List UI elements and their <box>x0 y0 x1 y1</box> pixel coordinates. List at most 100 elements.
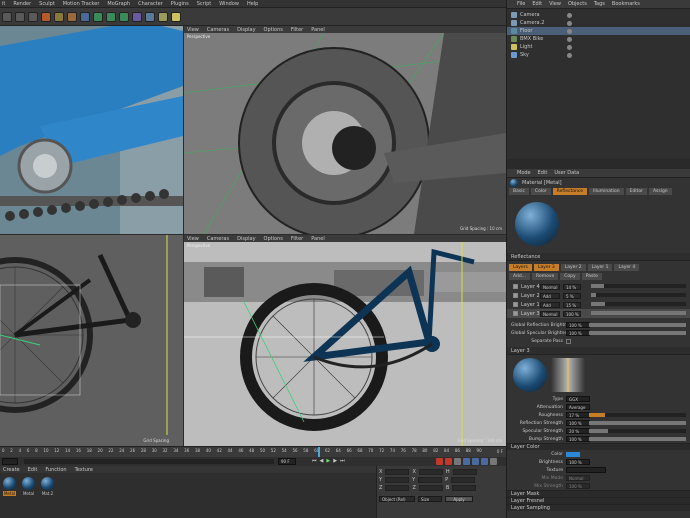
coordinate-field[interactable] <box>418 469 443 475</box>
layer-property-value[interactable]: Average <box>566 404 590 410</box>
layer-property[interactable]: Attenuation Average <box>507 403 690 411</box>
view-menu[interactable]: View <box>187 236 199 242</box>
material-menu-function[interactable]: Function <box>45 467 66 473</box>
coordinate-field[interactable] <box>385 485 410 491</box>
view-menu[interactable]: View <box>187 27 199 33</box>
global-setting-slider[interactable] <box>589 323 686 327</box>
layer-strength-slider[interactable] <box>591 284 686 288</box>
material-menu-edit[interactable]: Edit <box>28 467 38 473</box>
global-setting-value[interactable]: 100 % <box>566 322 590 328</box>
layer-property-slider[interactable] <box>589 413 686 417</box>
object-menu-bookmarks[interactable]: Bookmarks <box>612 1 640 7</box>
menu-item-mograph[interactable]: MoGraph <box>107 1 130 7</box>
layer-tab[interactable]: Layer 3 <box>533 263 559 271</box>
object-menu-file[interactable]: File <box>517 1 525 7</box>
layer-mode-dropdown[interactable]: Add <box>540 292 560 299</box>
layer-property-slider[interactable] <box>589 421 686 425</box>
layer-visibility-checkbox[interactable] <box>513 293 518 298</box>
start-frame-field[interactable] <box>2 458 18 465</box>
color-property-value[interactable]: 100 % <box>566 459 590 465</box>
layer-row[interactable]: Layer 4 Normal 14 % <box>507 282 690 291</box>
layer-mode-dropdown[interactable]: Normal <box>540 283 560 290</box>
layer-property-value[interactable]: 20 % <box>566 428 590 434</box>
apply-button[interactable]: Apply <box>445 496 473 502</box>
panel-menu[interactable]: Panel <box>311 236 325 242</box>
viewport-bottom-left[interactable]: Grid Spacing <box>0 235 183 446</box>
pen-icon[interactable] <box>93 11 103 22</box>
filter-menu[interactable]: Filter <box>291 27 303 33</box>
layer-strength-value[interactable]: 15 % <box>563 301 581 308</box>
object-tag-icon[interactable] <box>567 12 572 18</box>
coordinate-field[interactable] <box>385 477 410 483</box>
object-item[interactable]: Sky <box>507 51 690 59</box>
frame-range-slider[interactable] <box>24 459 274 464</box>
object-item[interactable]: Camera.2 <box>507 19 690 27</box>
color-property-value[interactable]: 100 % <box>566 483 590 489</box>
coordinate-field[interactable] <box>452 485 477 491</box>
options-menu[interactable]: Options <box>264 236 283 242</box>
object-tag-icon[interactable] <box>567 44 572 50</box>
render-settings-icon[interactable] <box>67 11 77 22</box>
attribute-menu-edit[interactable]: Edit <box>538 170 548 176</box>
layer-strength-value[interactable]: 14 % <box>563 283 581 290</box>
object-tag-icon[interactable] <box>567 20 572 26</box>
material-menu-create[interactable]: Create <box>3 467 20 473</box>
rotation-key-icon[interactable] <box>481 458 488 465</box>
object-tag-icon[interactable] <box>567 52 572 58</box>
tab-assign[interactable]: Assign <box>648 187 672 195</box>
menu-item-help[interactable]: Help <box>247 1 258 7</box>
undo-icon[interactable] <box>2 11 12 22</box>
layer-property[interactable]: Specular Strength 20 % <box>507 427 690 435</box>
material-menu-texture[interactable]: Texture <box>75 467 93 473</box>
global-setting[interactable]: Global Specular Brightness 100 % <box>507 329 690 337</box>
viewport-perspective-wireframe[interactable]: View Cameras Display Options Filter Pane… <box>184 26 506 234</box>
play-icon[interactable]: ▶ <box>326 458 330 464</box>
layer-property[interactable]: Bump Strength 100 % <box>507 435 690 443</box>
layer-strength-slider[interactable] <box>591 311 686 315</box>
display-menu[interactable]: Display <box>237 236 255 242</box>
menu-item-sculpt[interactable]: Sculpt <box>39 1 55 7</box>
autokey-icon[interactable] <box>445 458 452 465</box>
layer-tab[interactable]: Layer 4 <box>614 263 640 271</box>
object-menu-view[interactable]: View <box>549 1 561 7</box>
coordinate-mode-dropdown[interactable]: Object (Rel) <box>379 496 415 502</box>
color-property[interactable]: Mix Strength 100 % <box>507 482 690 490</box>
layer-visibility-checkbox[interactable] <box>513 311 518 316</box>
section-layer-fresnel[interactable]: Layer Fresnel <box>507 497 690 504</box>
layer-add-button[interactable]: Add... <box>509 272 531 280</box>
layer-property[interactable]: Reflection Strength 100 % <box>507 419 690 427</box>
subdivision-icon[interactable] <box>106 11 116 22</box>
object-menu-tags[interactable]: Tags <box>594 1 605 7</box>
menu-item-character[interactable]: Character <box>138 1 163 7</box>
color-property[interactable]: Texture <box>507 466 690 474</box>
live-select-icon[interactable] <box>54 11 64 22</box>
object-menu-objects[interactable]: Objects <box>568 1 587 7</box>
menu-item-motion-tracker[interactable]: Motion Tracker <box>63 1 100 7</box>
cameras-menu[interactable]: Cameras <box>207 236 229 242</box>
last-frame-icon[interactable]: ⏭ <box>340 458 345 464</box>
material-swatch[interactable]: Metal <box>21 477 36 496</box>
redo-icon[interactable] <box>15 11 25 22</box>
record-icon[interactable] <box>436 458 443 465</box>
layer-strength-value[interactable]: 100 % <box>563 310 581 317</box>
layer-property-value[interactable]: 17 % <box>566 412 590 418</box>
material-swatch[interactable]: Mat.2 <box>40 477 55 496</box>
prev-key-icon[interactable]: ◀ <box>320 458 324 464</box>
object-tag-icon[interactable] <box>567 28 572 34</box>
cameras-menu[interactable]: Cameras <box>207 27 229 33</box>
coordinate-field[interactable] <box>451 477 476 483</box>
layer-strength-slider[interactable] <box>591 293 686 297</box>
menu-item-window[interactable]: Window <box>219 1 239 7</box>
next-key-icon[interactable]: ▶ <box>333 458 337 464</box>
scale-key-icon[interactable] <box>472 458 479 465</box>
global-setting-slider[interactable] <box>589 331 686 335</box>
color-swatch[interactable] <box>566 451 580 457</box>
tab-basic[interactable]: Basic <box>509 187 529 195</box>
coordinate-field[interactable] <box>385 469 410 475</box>
coordinate-field[interactable] <box>418 477 443 483</box>
layer-strength-value[interactable]: 5 % <box>563 292 581 299</box>
layer-copy-button[interactable]: Copy <box>560 272 580 280</box>
separate-pass-checkbox[interactable] <box>566 338 571 344</box>
layer-remove-button[interactable]: Remove <box>532 272 559 280</box>
panel-menu[interactable]: Panel <box>311 27 325 33</box>
